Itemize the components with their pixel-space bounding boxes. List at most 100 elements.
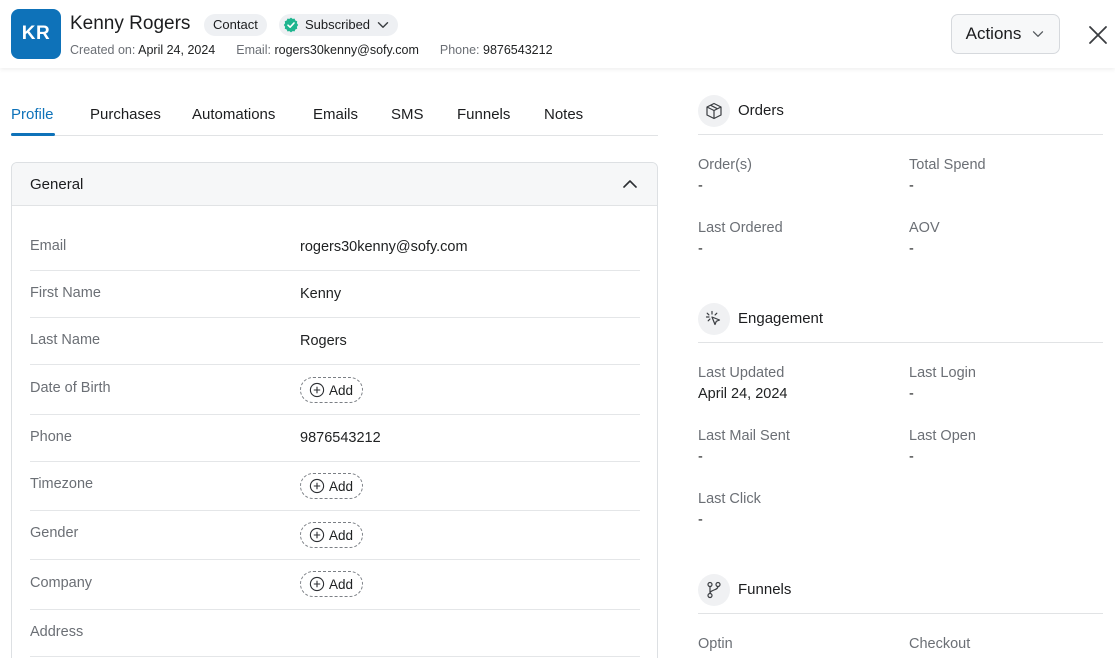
actions-button[interactable]: Actions <box>951 14 1060 54</box>
field-row-company: Company Add <box>30 560 640 610</box>
field-row-date-of-birth: Date of Birth Add <box>30 365 640 415</box>
created-value: April 24, 2024 <box>138 43 216 57</box>
field-label: Email <box>30 238 67 254</box>
branch-icon <box>698 574 730 606</box>
subscription-status-label: Subscribed <box>305 17 371 32</box>
add-label: Add <box>329 382 354 398</box>
stat-label: Last Mail Sent <box>698 428 790 444</box>
stat-last-click: Last Click - <box>698 491 888 528</box>
chevron-down-icon <box>1033 31 1044 37</box>
stat-last-mail-sent: Last Mail Sent - <box>698 428 888 465</box>
stat-total-spend: Total Spend - <box>909 157 1099 194</box>
tab-sms[interactable]: SMS <box>391 106 424 123</box>
field-value: Rogers <box>300 333 347 349</box>
plus-circle-icon <box>309 382 325 398</box>
cursor-click-icon <box>698 303 730 335</box>
plus-circle-icon <box>309 527 325 543</box>
field-label: Last Name <box>30 332 101 348</box>
subscription-status-dropdown[interactable]: Subscribed <box>279 14 399 36</box>
field-row-phone: Phone 9876543212 <box>30 415 640 462</box>
field-label: First Name <box>30 285 101 301</box>
add-company-button[interactable]: Add <box>300 571 364 597</box>
orders-title: Orders <box>738 102 784 119</box>
tab-automations[interactable]: Automations <box>192 106 275 123</box>
stat-value: - <box>698 241 703 257</box>
field-row-timezone: Timezone Add <box>30 462 640 511</box>
contact-name: Kenny Rogers <box>70 13 191 34</box>
stat-label: Last Open <box>909 428 976 444</box>
contact-type-badge: Contact <box>204 14 267 36</box>
stat-value: - <box>698 178 703 194</box>
add-date-of-birth-button[interactable]: Add <box>300 377 364 403</box>
field-row-email: Email rogers30kenny@sofy.com <box>30 226 640 271</box>
phone-label: Phone: <box>439 43 480 57</box>
box-icon <box>698 95 730 127</box>
stat-value: - <box>909 178 914 194</box>
plus-circle-icon <box>309 576 325 592</box>
field-label: Gender <box>30 525 79 541</box>
stat-checkout: Checkout <box>909 636 1099 652</box>
email-value: rogers30kenny@sofy.com <box>274 43 419 57</box>
phone-value: 9876543212 <box>483 43 553 57</box>
stat-orders-count: Order(s) - <box>698 157 888 194</box>
stat-label: Last Updated <box>698 365 785 381</box>
stat-aov: AOV - <box>909 220 1099 257</box>
add-label: Add <box>329 478 354 494</box>
stat-label: Order(s) <box>698 157 752 173</box>
add-label: Add <box>329 527 354 543</box>
stat-label: Last Login <box>909 365 976 381</box>
field-row-first-name: First Name Kenny <box>30 271 640 318</box>
general-card-header[interactable]: General <box>12 163 657 206</box>
contact-meta: Created on: April 24, 2024 Email: rogers… <box>70 43 553 57</box>
tab-profile[interactable]: Profile <box>11 106 54 123</box>
close-icon <box>1089 26 1107 44</box>
stat-last-open: Last Open - <box>909 428 1099 465</box>
chevron-down-icon <box>377 22 389 28</box>
tab-notes[interactable]: Notes <box>544 106 583 123</box>
field-label: Date of Birth <box>30 380 111 396</box>
orders-section: Orders Order(s) - Total Spend - Last Ord… <box>698 95 1103 265</box>
field-label: Address <box>30 624 84 640</box>
created-label: Created on: <box>70 43 136 57</box>
close-button[interactable] <box>1085 22 1111 48</box>
field-row-gender: Gender Add <box>30 511 640 560</box>
stat-label: AOV <box>909 220 940 236</box>
email-label: Email: <box>236 43 271 57</box>
funnels-section: Funnels Optin Checkout <box>698 574 1103 658</box>
stat-value: - <box>698 449 703 465</box>
add-gender-button[interactable]: Add <box>300 522 364 548</box>
avatar: KR <box>11 9 61 59</box>
add-label: Add <box>329 576 354 592</box>
tab-emails[interactable]: Emails <box>313 106 358 123</box>
actions-label: Actions <box>965 24 1022 43</box>
field-value: Kenny <box>300 286 342 302</box>
general-card: General Email rogers30kenny@sofy.com Fir… <box>11 162 658 658</box>
tab-funnels[interactable]: Funnels <box>457 106 510 123</box>
profile-tabs: Profile Purchases Automations Emails SMS… <box>11 96 658 136</box>
engagement-section: Engagement Last Updated April 24, 2024 L… <box>698 303 1103 543</box>
stat-last-ordered: Last Ordered - <box>698 220 888 257</box>
field-value: rogers30kenny@sofy.com <box>300 239 468 255</box>
active-tab-indicator <box>11 133 55 136</box>
stat-last-updated: Last Updated April 24, 2024 <box>698 365 888 402</box>
contact-header: KR Kenny Rogers Contact Subscribed Creat… <box>0 0 1115 68</box>
add-timezone-button[interactable]: Add <box>300 473 364 499</box>
plus-circle-icon <box>309 478 325 494</box>
stat-optin: Optin <box>698 636 888 652</box>
funnels-header: Funnels <box>698 574 1103 614</box>
chevron-up-icon[interactable] <box>621 175 639 193</box>
stat-value: - <box>909 386 914 402</box>
field-label: Company <box>30 575 93 591</box>
stat-value: - <box>909 449 914 465</box>
general-title: General <box>30 176 84 193</box>
engagement-title: Engagement <box>738 310 824 327</box>
verified-check-icon <box>283 17 299 33</box>
funnels-title: Funnels <box>738 581 792 598</box>
stat-label: Optin <box>698 636 733 652</box>
tab-purchases[interactable]: Purchases <box>90 106 161 123</box>
field-row-address: Address <box>30 610 640 657</box>
engagement-header: Engagement <box>698 303 1103 343</box>
stat-value: - <box>909 241 914 257</box>
stat-label: Last Ordered <box>698 220 783 236</box>
stat-label: Total Spend <box>909 157 986 173</box>
